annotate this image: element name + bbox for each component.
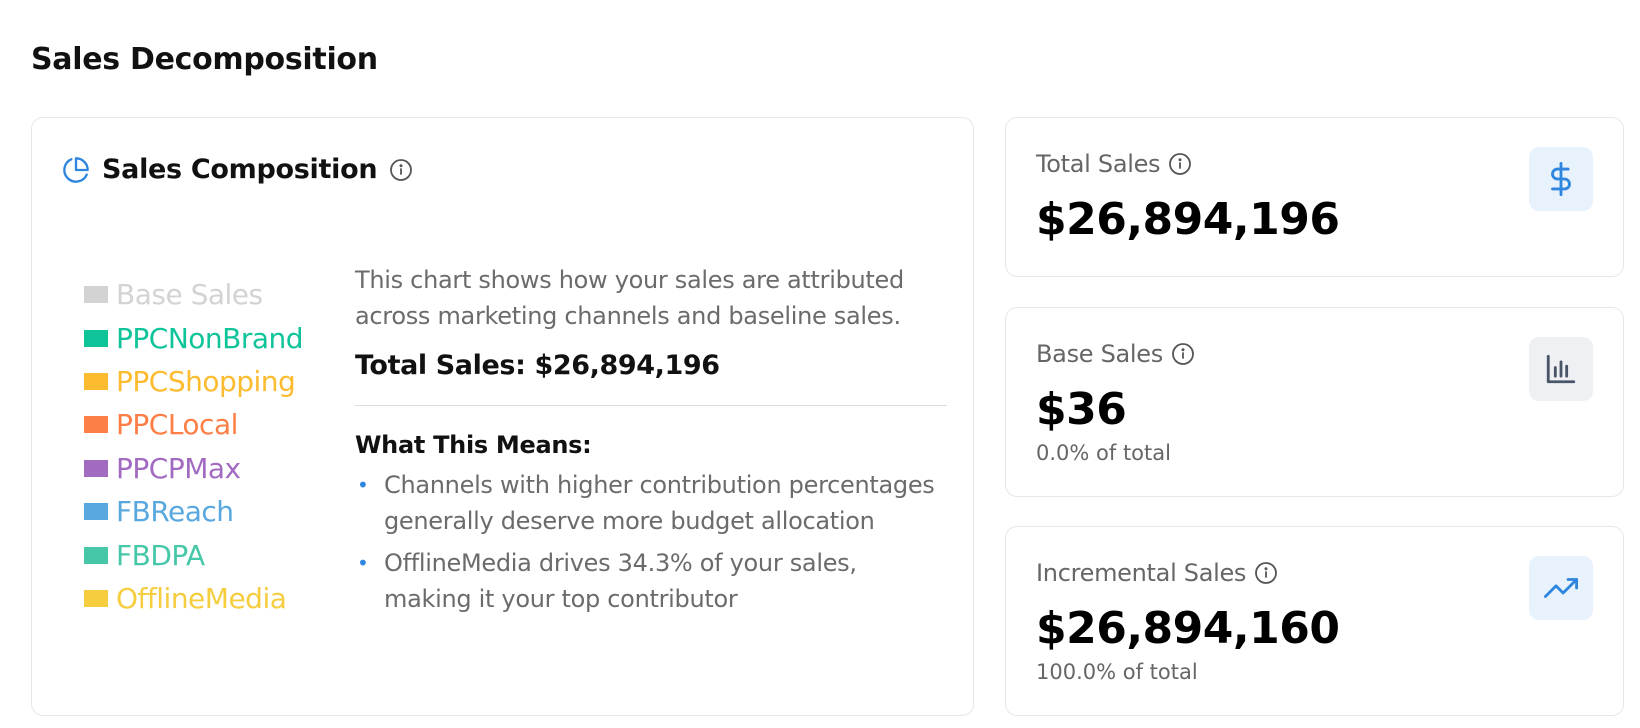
bar-chart-icon bbox=[1546, 354, 1576, 384]
total-sales-line: Total Sales: $26,894,196 bbox=[355, 350, 720, 381]
insight-item: • OfflineMedia drives 34.3% of your sales… bbox=[355, 545, 947, 617]
legend-label: OfflineMedia bbox=[116, 581, 287, 615]
insight-item: • Channels with higher contribution perce… bbox=[355, 467, 947, 539]
incremental-sales-card: Incremental Sales $26,894,160 100.0% of … bbox=[1005, 526, 1624, 716]
legend-swatch bbox=[84, 286, 108, 304]
stat-percentage: 100.0% of total bbox=[1036, 660, 1198, 684]
legend-swatch bbox=[84, 459, 108, 477]
stat-value: $26,894,160 bbox=[1036, 603, 1340, 654]
stat-icon-box bbox=[1529, 556, 1593, 620]
pie-chart-icon bbox=[63, 156, 89, 183]
legend-item[interactable]: PPCLocal bbox=[84, 403, 303, 446]
chart-explanation: This chart shows how your sales are attr… bbox=[355, 262, 947, 623]
legend-item[interactable]: PPCShopping bbox=[84, 360, 303, 403]
stat-percentage: 0.0% of total bbox=[1036, 441, 1171, 465]
legend-label: FBDPA bbox=[116, 538, 205, 572]
legend-item[interactable]: Base Sales bbox=[84, 273, 303, 316]
info-icon[interactable] bbox=[389, 158, 413, 182]
chart-description: This chart shows how your sales are attr… bbox=[355, 266, 904, 330]
base-sales-card: Base Sales $36 0.0% of total bbox=[1005, 307, 1624, 497]
insight-text: OfflineMedia drives 34.3% of your sales,… bbox=[384, 549, 857, 613]
trending-up-icon bbox=[1544, 578, 1578, 598]
legend-label: PPCPMax bbox=[116, 451, 241, 485]
stat-label-text: Incremental Sales bbox=[1036, 559, 1247, 587]
legend-swatch bbox=[84, 329, 108, 347]
chart-legend: Base Sales PPCNonBrand PPCShopping PPCLo… bbox=[84, 273, 304, 620]
legend-label: PPCShopping bbox=[116, 364, 296, 398]
legend-item[interactable]: OfflineMedia bbox=[84, 577, 303, 620]
legend-item[interactable]: FBDPA bbox=[84, 533, 303, 576]
card-header: Sales Composition bbox=[62, 154, 413, 185]
stat-label-text: Total Sales bbox=[1036, 150, 1161, 178]
info-icon[interactable] bbox=[1254, 561, 1278, 585]
legend-swatch bbox=[84, 372, 108, 390]
insight-list: • Channels with higher contribution perce… bbox=[355, 467, 947, 617]
what-this-means-title: What This Means: bbox=[355, 431, 592, 459]
stat-value: $26,894,196 bbox=[1036, 194, 1340, 245]
legend-item[interactable]: FBReach bbox=[84, 490, 303, 533]
legend-label: Base Sales bbox=[116, 278, 263, 312]
bullet-icon: • bbox=[357, 473, 369, 497]
legend-label: FBReach bbox=[116, 495, 234, 529]
legend-item[interactable]: PPCPMax bbox=[84, 447, 303, 490]
stat-label: Incremental Sales bbox=[1036, 559, 1278, 587]
stat-icon-box bbox=[1529, 147, 1593, 211]
card-title: Sales Composition bbox=[102, 154, 378, 185]
sales-composition-card: Sales Composition Base Sales PPCNonBrand… bbox=[31, 117, 974, 716]
legend-swatch bbox=[84, 503, 108, 521]
stat-label-text: Base Sales bbox=[1036, 340, 1163, 368]
info-icon[interactable] bbox=[1168, 152, 1192, 176]
legend-swatch bbox=[84, 546, 108, 564]
stat-icon-box bbox=[1529, 337, 1593, 401]
bullet-icon: • bbox=[357, 551, 369, 575]
legend-label: PPCLocal bbox=[116, 408, 238, 442]
legend-swatch bbox=[84, 416, 108, 434]
divider bbox=[355, 405, 947, 406]
dollar-icon bbox=[1551, 162, 1571, 196]
stat-label: Total Sales bbox=[1036, 150, 1192, 178]
stat-label: Base Sales bbox=[1036, 340, 1195, 368]
page-title: Sales Decomposition bbox=[31, 42, 378, 77]
legend-swatch bbox=[84, 589, 108, 607]
insight-text: Channels with higher contribution percen… bbox=[384, 471, 935, 535]
stat-value: $36 bbox=[1036, 384, 1127, 435]
legend-item[interactable]: PPCNonBrand bbox=[84, 316, 304, 359]
total-sales-card: Total Sales $26,894,196 bbox=[1005, 117, 1624, 277]
info-icon[interactable] bbox=[1171, 342, 1195, 366]
legend-label: PPCNonBrand bbox=[116, 321, 304, 355]
